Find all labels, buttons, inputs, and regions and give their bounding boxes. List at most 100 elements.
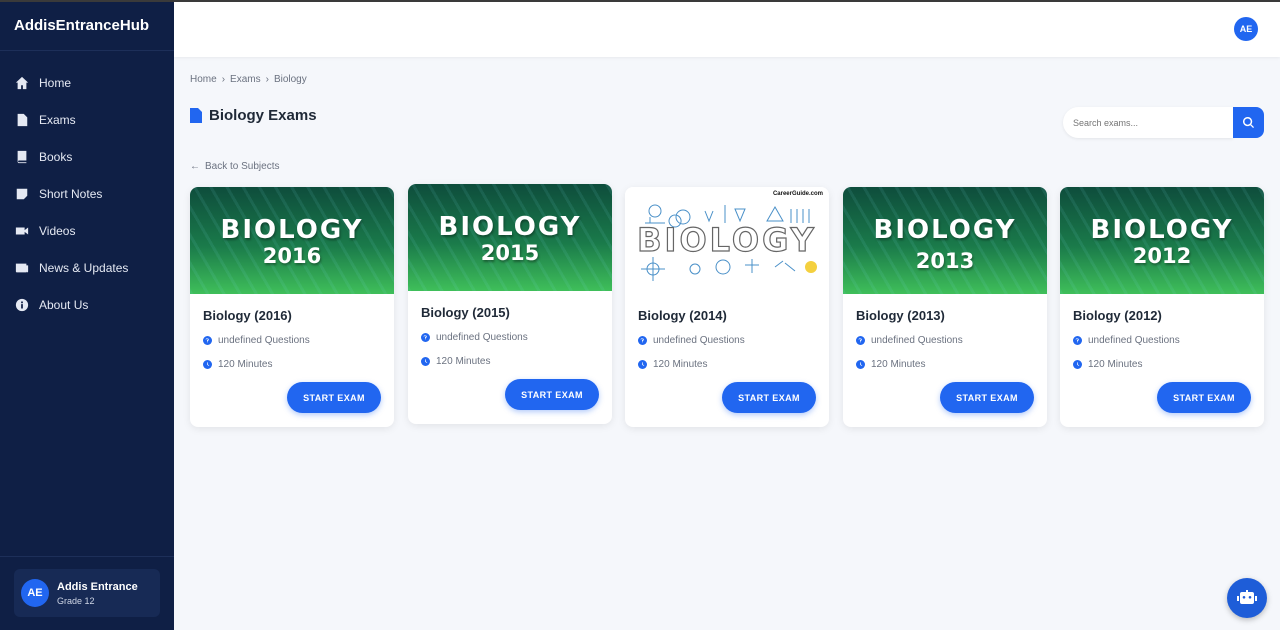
exam-card[interactable]: CareerGuide.com BIOLOGY Biology (2014) u… bbox=[625, 187, 829, 427]
clock-icon bbox=[856, 360, 865, 369]
sidebar-item-label: News & Updates bbox=[39, 260, 129, 275]
breadcrumb-current: Biology bbox=[273, 74, 307, 85]
sidebar-item-about[interactable]: About Us bbox=[0, 286, 174, 323]
header-avatar[interactable]: AE bbox=[1234, 17, 1258, 41]
exam-title: Biology (2012) bbox=[1073, 308, 1162, 323]
exam-title: Biology (2013) bbox=[856, 308, 945, 323]
note-icon bbox=[14, 186, 29, 201]
page-title: Biology Exams bbox=[190, 107, 317, 124]
chatbot-button[interactable] bbox=[1227, 578, 1267, 618]
breadcrumb: Home › Exams › Biology bbox=[190, 74, 307, 85]
question-icon bbox=[1073, 336, 1082, 345]
sidebar-footer: AE Addis Entrance Grade 12 bbox=[0, 556, 174, 630]
clock-icon bbox=[421, 357, 430, 366]
exam-banner-image: BIOLOGY 2016 bbox=[190, 187, 394, 294]
sidebar-item-label: Books bbox=[39, 149, 73, 164]
sidebar-item-news[interactable]: News & Updates bbox=[0, 249, 174, 286]
top-header: AE bbox=[174, 2, 1280, 57]
file-icon bbox=[14, 112, 29, 127]
window-top-border bbox=[0, 0, 1280, 2]
banner-credit: CareerGuide.com bbox=[772, 191, 823, 197]
search-icon bbox=[1243, 117, 1254, 128]
banner-word: BIOLOGY bbox=[1090, 215, 1234, 245]
sidebar-item-label: Short Notes bbox=[39, 186, 103, 201]
main-content: Home › Exams › Biology Biology Exams ← B… bbox=[174, 57, 1280, 630]
book-icon bbox=[14, 149, 29, 164]
back-link-label: Back to Subjects bbox=[205, 161, 280, 172]
banner-word: BIOLOGY bbox=[438, 212, 582, 242]
banner-word: BIOLOGY bbox=[220, 215, 364, 245]
question-icon bbox=[638, 336, 647, 345]
home-icon bbox=[14, 75, 29, 90]
exam-banner-image: BIOLOGY 2013 bbox=[843, 187, 1047, 294]
question-icon bbox=[203, 336, 212, 345]
newspaper-icon bbox=[14, 260, 29, 275]
start-exam-button[interactable]: START EXAM bbox=[940, 382, 1034, 413]
question-count: undefined Questions bbox=[1073, 335, 1180, 346]
exam-duration: 120 Minutes bbox=[421, 356, 490, 367]
banner-word: BIOLOGY bbox=[873, 215, 1017, 245]
banner-year: 2016 bbox=[262, 244, 322, 268]
clock-icon bbox=[638, 360, 647, 369]
info-icon bbox=[14, 297, 29, 312]
banner-year: 2015 bbox=[480, 241, 540, 265]
search-bar bbox=[1063, 107, 1264, 138]
avatar: AE bbox=[21, 579, 49, 607]
exam-banner-image: BIOLOGY 2015 bbox=[408, 184, 612, 291]
back-to-subjects-link[interactable]: ← Back to Subjects bbox=[190, 161, 279, 172]
search-input[interactable] bbox=[1063, 107, 1233, 138]
exam-duration: 120 Minutes bbox=[203, 359, 272, 370]
breadcrumb-exams[interactable]: Exams bbox=[230, 74, 261, 85]
video-icon bbox=[14, 223, 29, 238]
clock-icon bbox=[203, 360, 212, 369]
banner-year: 2013 bbox=[915, 249, 975, 273]
question-count: undefined Questions bbox=[421, 332, 528, 343]
brand-logo[interactable]: AddisEntranceHub bbox=[0, 0, 174, 51]
breadcrumb-home[interactable]: Home bbox=[190, 74, 217, 85]
exam-duration: 120 Minutes bbox=[638, 359, 707, 370]
sidebar-item-label: Home bbox=[39, 75, 72, 90]
start-exam-button[interactable]: START EXAM bbox=[287, 382, 381, 413]
sidebar-item-label: About Us bbox=[39, 297, 89, 312]
user-grade: Grade 12 bbox=[57, 595, 95, 606]
exam-card[interactable]: BIOLOGY 2016 Biology (2016) undefined Qu… bbox=[190, 187, 394, 427]
exam-title: Biology (2014) bbox=[638, 308, 727, 323]
exam-card[interactable]: BIOLOGY 2013 Biology (2013) undefined Qu… bbox=[843, 187, 1047, 427]
exam-banner-image: CareerGuide.com BIOLOGY bbox=[625, 187, 829, 294]
user-profile-card[interactable]: AE Addis Entrance Grade 12 bbox=[14, 569, 160, 617]
sidebar: AddisEntranceHub Home Exams Books Short … bbox=[0, 0, 174, 630]
exam-title: Biology (2016) bbox=[203, 308, 292, 323]
arrow-left-icon: ← bbox=[190, 161, 200, 172]
exam-duration: 120 Minutes bbox=[1073, 359, 1142, 370]
sidebar-item-home[interactable]: Home bbox=[0, 64, 174, 101]
sidebar-item-videos[interactable]: Videos bbox=[0, 212, 174, 249]
exam-title: Biology (2015) bbox=[421, 305, 510, 320]
user-name: Addis Entrance bbox=[57, 580, 138, 593]
question-count: undefined Questions bbox=[203, 335, 310, 346]
exam-banner-image: BIOLOGY 2012 bbox=[1060, 187, 1264, 294]
banner-year: 2012 bbox=[1132, 244, 1192, 268]
file-icon bbox=[190, 108, 202, 123]
clock-icon bbox=[1073, 360, 1082, 369]
sidebar-nav: Home Exams Books Short Notes Videos News… bbox=[0, 51, 174, 323]
search-button[interactable] bbox=[1233, 107, 1264, 138]
robot-icon bbox=[1237, 590, 1257, 604]
start-exam-button[interactable]: START EXAM bbox=[722, 382, 816, 413]
exam-card[interactable]: BIOLOGY 2012 Biology (2012) undefined Qu… bbox=[1060, 187, 1264, 427]
page-title-text: Biology Exams bbox=[209, 107, 317, 124]
sidebar-item-label: Videos bbox=[39, 223, 76, 238]
sidebar-item-short-notes[interactable]: Short Notes bbox=[0, 175, 174, 212]
question-icon bbox=[856, 336, 865, 345]
question-count: undefined Questions bbox=[856, 335, 963, 346]
start-exam-button[interactable]: START EXAM bbox=[1157, 382, 1251, 413]
question-icon bbox=[421, 333, 430, 342]
exam-card[interactable]: BIOLOGY 2015 Biology (2015) undefined Qu… bbox=[408, 184, 612, 424]
question-count: undefined Questions bbox=[638, 335, 745, 346]
banner-word: BIOLOGY bbox=[637, 220, 817, 259]
sidebar-item-label: Exams bbox=[39, 112, 76, 127]
exam-duration: 120 Minutes bbox=[856, 359, 925, 370]
sidebar-item-books[interactable]: Books bbox=[0, 138, 174, 175]
start-exam-button[interactable]: START EXAM bbox=[505, 379, 599, 410]
sidebar-item-exams[interactable]: Exams bbox=[0, 101, 174, 138]
chevron-right-icon: › bbox=[221, 74, 226, 85]
